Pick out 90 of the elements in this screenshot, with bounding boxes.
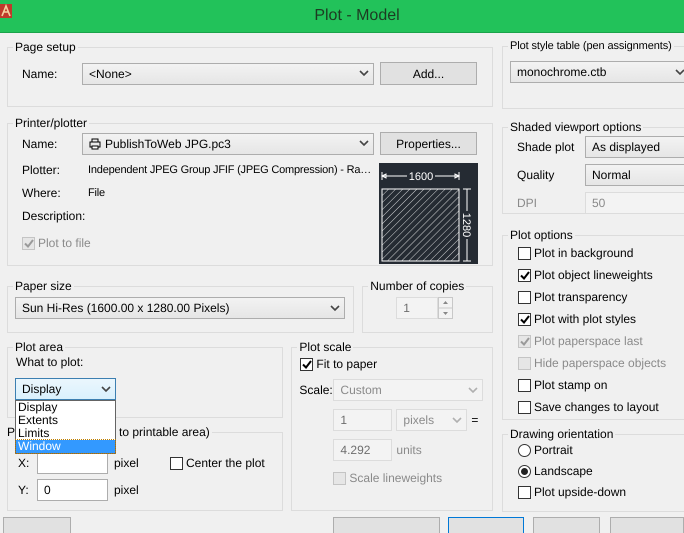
dropdown[interactable]: Normal [585, 164, 684, 186]
checkbox[interactable] [518, 312, 531, 326]
dialog-button[interactable] [448, 517, 524, 533]
checkbox-label: Plot upside-down [534, 485, 626, 499]
dropdown-option[interactable]: Display [16, 401, 115, 414]
unit-label: pixel [114, 483, 139, 497]
unit-label: units [396, 443, 422, 457]
group-title: Printer/plotter [14, 116, 88, 130]
scale-field[interactable]: 4.292 [333, 439, 392, 461]
checkbox-label: Plot paperspace last [534, 334, 643, 348]
add-button[interactable]: Add... [380, 62, 477, 85]
info-label: Plotter: [22, 163, 62, 177]
checkbox-label: Plot object lineweights [534, 268, 653, 282]
checkbox[interactable] [518, 290, 531, 304]
app-logo-icon [0, 4, 12, 18]
checkbox-label: Scale lineweights [349, 471, 442, 485]
x-field[interactable] [37, 452, 108, 474]
checkbox[interactable] [300, 358, 314, 370]
checkbox[interactable] [518, 246, 531, 260]
y-field[interactable]: 0 [37, 479, 108, 501]
chevron-icon [101, 386, 111, 392]
checkbox[interactable] [518, 486, 531, 498]
dropdown[interactable]: PublishToWeb JPG.pc3 [82, 132, 374, 154]
spinner-icon[interactable] [438, 297, 454, 319]
checkbox-label: Plot in background [534, 246, 634, 260]
chevron-icon [359, 70, 369, 77]
checkbox[interactable] [518, 378, 531, 392]
chevron-icon [675, 68, 684, 76]
radio-button[interactable] [518, 444, 531, 456]
group-title: Plot style table (pen assignments) [509, 40, 673, 52]
dropdown-option[interactable]: Limits [16, 427, 115, 440]
checkmark-icon [520, 336, 530, 346]
checkbox-label: Plot with plot styles [534, 312, 636, 326]
unit-label: pixel [114, 456, 140, 470]
checkmark-icon [302, 360, 312, 368]
field-label: DPI [516, 196, 538, 210]
group-title: Plot area [14, 340, 64, 354]
info-label: Where: [22, 186, 62, 200]
group-title: Shaded viewport options [509, 120, 642, 134]
group-title: Plot options [509, 228, 574, 242]
info-value: Independent JPEG Group JFIF (JPEG Compression) - Ra… [88, 164, 372, 176]
field-label: Name: [21, 136, 58, 150]
checkmark-icon [520, 314, 530, 324]
info-value: File [88, 187, 105, 199]
chevron-icon [452, 416, 462, 424]
equals-sign: = [471, 413, 478, 427]
group-title: P [7, 425, 16, 439]
radio-button[interactable] [518, 464, 531, 478]
checkbox[interactable] [518, 400, 531, 414]
checkmark-icon [520, 270, 530, 280]
dropdown-option[interactable]: Extents [16, 414, 115, 427]
checkbox[interactable] [518, 268, 531, 282]
scale-field[interactable]: 1 [333, 409, 392, 431]
field-label: Quality [516, 168, 556, 182]
group-title: Number of copies [369, 279, 466, 293]
chevron-icon [468, 386, 478, 394]
properties-button[interactable]: Properties... [380, 132, 477, 155]
printer-icon [89, 138, 101, 150]
field-label: Scale: [299, 383, 334, 397]
field-label: Y: [17, 483, 30, 497]
dropdown[interactable]: <None> [82, 62, 374, 84]
chevron-icon [359, 140, 369, 147]
dropdown[interactable]: monochrome.ctb [510, 61, 684, 83]
field-label: X: [17, 456, 30, 470]
group-title: Paper size [14, 279, 73, 293]
dropdown[interactable]: Display [15, 378, 116, 400]
checkbox-label: Center the plot [186, 456, 265, 470]
group-title: Drawing orientation [509, 427, 614, 441]
checkbox-label: Plot stamp on [534, 378, 608, 392]
window-title: Plot - Model [313, 7, 401, 25]
chevron-icon [330, 304, 340, 312]
checkbox[interactable] [170, 456, 183, 470]
checkbox-label: Plot transparency [534, 290, 628, 304]
checkbox-label: Plot to file [38, 236, 91, 250]
dropdown[interactable]: As displayed [585, 136, 684, 158]
field-label: Shade plot [516, 140, 576, 154]
dropdown[interactable]: Sun Hi-Res (1600.00 x 1280.00 Pixels) [15, 297, 345, 319]
group-title: to printable area) [119, 425, 210, 439]
field-label: What to plot: [15, 355, 84, 369]
group-title: Plot scale [298, 340, 352, 354]
radio-label: Portrait [534, 443, 573, 457]
checkbox-label: Save changes to layout [534, 400, 659, 414]
field-label: Name: [21, 66, 58, 80]
group-title: Page setup [14, 40, 77, 54]
paper-preview-drawing: 1600 1280 [379, 163, 478, 264]
checkbox-label: Fit to paper [316, 357, 378, 371]
checkmark-icon [24, 238, 34, 248]
radio-label: Landscape [534, 464, 593, 478]
checkbox-label: Hide paperspace objects [534, 356, 666, 370]
info-label: Description: [22, 209, 86, 223]
